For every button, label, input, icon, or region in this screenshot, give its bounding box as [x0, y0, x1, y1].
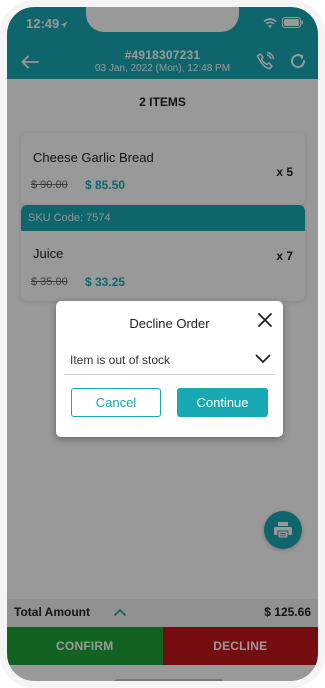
- close-icon[interactable]: [257, 312, 273, 328]
- app-screen: 12:49 #4918307231 03 Jan, 2022 (Mon), 12…: [7, 7, 318, 681]
- decline-reason-select[interactable]: Item is out of stock: [64, 345, 275, 375]
- decline-reason-value: Item is out of stock: [70, 353, 171, 367]
- dialog-title: Decline Order: [129, 316, 210, 331]
- cancel-button[interactable]: Cancel: [71, 388, 161, 417]
- phone-frame: 12:49 #4918307231 03 Jan, 2022 (Mon), 12…: [0, 0, 325, 688]
- decline-order-dialog: Decline Order Item is out of stock Cance…: [56, 301, 283, 437]
- continue-button[interactable]: Continue: [177, 388, 268, 417]
- chevron-down-icon: [255, 354, 271, 364]
